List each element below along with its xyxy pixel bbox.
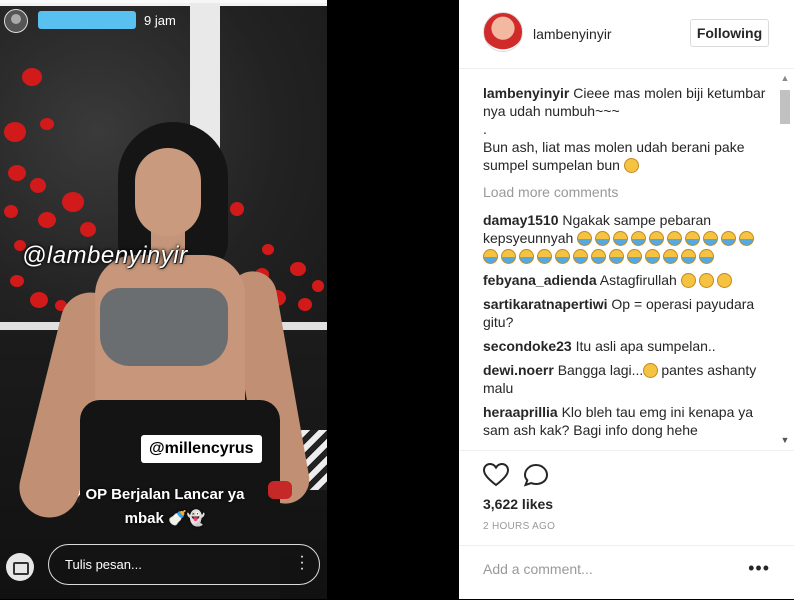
- list-item: sartikaratnapertiwi Op = operasi payudar…: [483, 295, 773, 331]
- frowning-face-icons: [680, 272, 735, 288]
- post-panel: lambenyinyir Following lambenyinyir Ciee…: [459, 0, 794, 599]
- caption-username[interactable]: lambenyinyir: [483, 85, 569, 101]
- comment-text: Itu asli apa sumpelan..: [575, 338, 716, 354]
- story-username-redacted[interactable]: [38, 11, 136, 29]
- story-timestamp: 9 jam: [144, 13, 176, 28]
- list-item: secondoke23 Itu asli apa sumpelan..: [483, 337, 773, 355]
- comments-list: lambenyinyir Cieee mas molen biji ketumb…: [483, 84, 773, 450]
- ghost-icon: 👻: [186, 510, 206, 527]
- comment-username[interactable]: febyana_adienda: [483, 272, 597, 288]
- list-item: damay1510 Ngakak sampe pebaran kepsyeunn…: [483, 211, 773, 265]
- mention-sticker[interactable]: @millencyrus: [141, 435, 262, 463]
- viewer-gap: [327, 0, 459, 599]
- scroll-up-arrow-icon[interactable]: ▲: [778, 72, 792, 84]
- comment-username[interactable]: secondoke23: [483, 338, 572, 354]
- more-options-icon[interactable]: •••: [748, 558, 770, 579]
- bottle-icon: 🍼: [167, 510, 187, 527]
- story-caption-line-2: mbak 🍼👻: [124, 510, 206, 527]
- scroll-down-arrow-icon[interactable]: ▼: [778, 434, 792, 446]
- caption-text-3: Bun ash, liat mas molen udah berani pake…: [483, 139, 745, 173]
- list-item: dewi.noerr Bangga lagi... pantes ashanty …: [483, 361, 773, 397]
- list-item: febyana_adienda Astagfirullah: [483, 271, 773, 289]
- comment-icon[interactable]: [523, 463, 549, 487]
- post-username[interactable]: lambenyinyir: [533, 26, 612, 42]
- scroll-thumb[interactable]: [780, 90, 790, 124]
- following-button[interactable]: Following: [690, 19, 769, 47]
- story-message-input[interactable]: Tulis pesan... · · ·: [48, 544, 320, 585]
- comment-username[interactable]: damay1510: [483, 212, 559, 228]
- like-count[interactable]: 3,622 likes: [483, 496, 553, 512]
- post-timestamp: 2 HOURS AGO: [483, 521, 556, 532]
- story-caption: OP Berjalan Lancar ya mbak 🍼👻: [50, 483, 280, 531]
- comment-username[interactable]: heraaprillia: [483, 404, 558, 420]
- comment-username[interactable]: dewi.noerr: [483, 362, 554, 378]
- add-comment-input[interactable]: Add a comment...: [483, 561, 593, 577]
- handle-sticker: @lambenyinyir: [22, 242, 188, 269]
- story-caption-line-1: OP Berjalan Lancar ya: [85, 486, 245, 503]
- comment-text: Astagfirullah: [599, 272, 677, 288]
- weary-face-icon: [623, 158, 639, 173]
- story-viewer[interactable]: 9 jam @lambenyinyir @millencyrus OP Berj…: [0, 0, 327, 599]
- list-item: heraaprillia Klo bleh tau emg ini kenapa…: [483, 403, 773, 439]
- more-vertical-icon[interactable]: · · ·: [299, 549, 305, 577]
- post-caption: lambenyinyir Cieee mas molen biji ketumb…: [483, 84, 773, 174]
- grimacing-face-icon: [643, 363, 659, 378]
- story-avatar[interactable]: [4, 9, 28, 33]
- story-progress-bar: [0, 0, 327, 3]
- add-comment-bar: Add a comment... •••: [459, 545, 794, 600]
- caption-text-2: .: [483, 121, 487, 137]
- post-actions: [459, 450, 794, 491]
- camera-icon[interactable]: [6, 553, 34, 581]
- comment-text: Bangga lagi...: [557, 362, 644, 378]
- avatar[interactable]: [483, 12, 523, 52]
- message-placeholder: Tulis pesan...: [65, 557, 142, 572]
- comment-username[interactable]: sartikaratnapertiwi: [483, 296, 608, 312]
- load-more-comments-link[interactable]: Load more comments: [483, 183, 773, 201]
- comments-scrollbar[interactable]: ▲ ▼: [778, 72, 792, 450]
- heart-icon[interactable]: [483, 463, 509, 487]
- post-header: lambenyinyir Following: [459, 0, 794, 69]
